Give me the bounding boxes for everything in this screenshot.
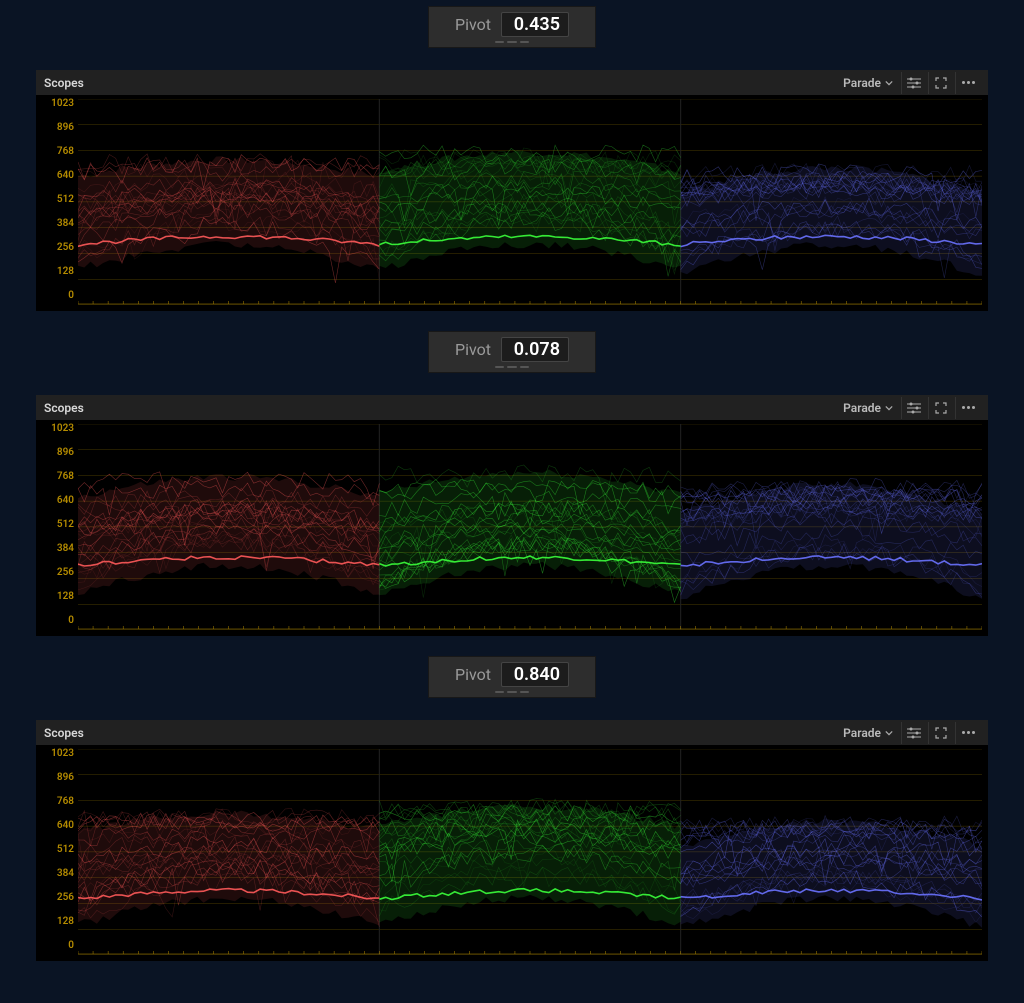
pivot-control[interactable]: Pivot 0.840: [428, 656, 596, 698]
pivot-control[interactable]: Pivot 0.435: [428, 6, 596, 48]
y-tick-label: 640: [38, 821, 74, 831]
y-tick-label: 1023: [38, 99, 74, 109]
scope-mode-label: Parade: [843, 401, 881, 415]
expand-button[interactable]: [928, 722, 953, 744]
scope-mode-label: Parade: [843, 76, 881, 90]
y-tick-label: 1023: [38, 749, 74, 759]
expand-icon: [935, 77, 947, 89]
y-tick-label: 640: [38, 496, 74, 506]
y-tick-label: 768: [38, 472, 74, 482]
chevron-down-icon: [885, 729, 893, 737]
y-tick-label: 0: [38, 616, 74, 626]
more-button[interactable]: [955, 397, 980, 419]
sliders-icon: [907, 402, 921, 414]
parade-plot: [78, 749, 982, 955]
scope-mode-label: Parade: [843, 726, 881, 740]
sliders-icon: [907, 727, 921, 739]
y-tick-label: 256: [38, 243, 74, 253]
more-button[interactable]: [955, 72, 980, 94]
y-tick-label: 768: [38, 797, 74, 807]
pivot-label: Pivot: [455, 665, 491, 684]
y-tick-label: 256: [38, 568, 74, 578]
y-tick-label: 384: [38, 869, 74, 879]
expand-button[interactable]: [928, 397, 953, 419]
settings-button[interactable]: [901, 72, 926, 94]
scopes-panel: Scopes Parade 1023 896 768 640 512 384 256 128 0: [36, 720, 988, 961]
y-tick-label: 384: [38, 544, 74, 554]
y-tick-label: 512: [38, 845, 74, 855]
y-tick-label: 256: [38, 893, 74, 903]
pivot-handle[interactable]: [495, 691, 529, 695]
pivot-handle[interactable]: [495, 366, 529, 370]
y-tick-label: 896: [38, 773, 74, 783]
scopes-header: Scopes Parade: [36, 70, 988, 95]
scopes-title: Scopes: [44, 76, 84, 90]
sliders-icon: [907, 77, 921, 89]
pivot-value[interactable]: 0.435: [501, 12, 569, 37]
y-tick-label: 896: [38, 448, 74, 458]
pivot-value[interactable]: 0.078: [501, 337, 569, 362]
y-tick-label: 128: [38, 267, 74, 277]
y-tick-label: 512: [38, 195, 74, 205]
scopes-title: Scopes: [44, 726, 84, 740]
y-tick-label: 1023: [38, 424, 74, 434]
scopes-title: Scopes: [44, 401, 84, 415]
expand-icon: [935, 727, 947, 739]
y-tick-label: 0: [38, 941, 74, 951]
scopes-panel: Scopes Parade 1023 896 768 640 512 384 256 128 0: [36, 395, 988, 636]
y-tick-label: 896: [38, 123, 74, 133]
y-tick-label: 640: [38, 171, 74, 181]
scope-mode-dropdown[interactable]: Parade: [837, 726, 899, 740]
scopes-header: Scopes Parade: [36, 720, 988, 745]
settings-button[interactable]: [901, 722, 926, 744]
y-tick-label: 768: [38, 147, 74, 157]
pivot-label: Pivot: [455, 340, 491, 359]
y-tick-label: 384: [38, 219, 74, 229]
y-tick-label: 128: [38, 917, 74, 927]
y-tick-label: 512: [38, 520, 74, 530]
scopes-body: 1023 896 768 640 512 384 256 128 0: [36, 95, 988, 311]
y-axis: 1023 896 768 640 512 384 256 128 0: [38, 424, 78, 630]
scopes-header: Scopes Parade: [36, 395, 988, 420]
expand-button[interactable]: [928, 72, 953, 94]
pivot-label: Pivot: [455, 15, 491, 34]
pivot-value[interactable]: 0.840: [501, 662, 569, 687]
y-tick-label: 0: [38, 291, 74, 301]
parade-plot: [78, 424, 982, 630]
pivot-control[interactable]: Pivot 0.078: [428, 331, 596, 373]
chevron-down-icon: [885, 79, 893, 87]
parade-plot: [78, 99, 982, 305]
settings-button[interactable]: [901, 397, 926, 419]
y-tick-label: 128: [38, 592, 74, 602]
scope-mode-dropdown[interactable]: Parade: [837, 76, 899, 90]
more-button[interactable]: [955, 722, 980, 744]
scopes-body: 1023 896 768 640 512 384 256 128 0: [36, 420, 988, 636]
expand-icon: [935, 402, 947, 414]
scope-mode-dropdown[interactable]: Parade: [837, 401, 899, 415]
pivot-handle[interactable]: [495, 41, 529, 45]
y-axis: 1023 896 768 640 512 384 256 128 0: [38, 99, 78, 305]
scopes-panel: Scopes Parade 1023 896 768 640 512 384 256 128 0: [36, 70, 988, 311]
chevron-down-icon: [885, 404, 893, 412]
y-axis: 1023 896 768 640 512 384 256 128 0: [38, 749, 78, 955]
scopes-body: 1023 896 768 640 512 384 256 128 0: [36, 745, 988, 961]
